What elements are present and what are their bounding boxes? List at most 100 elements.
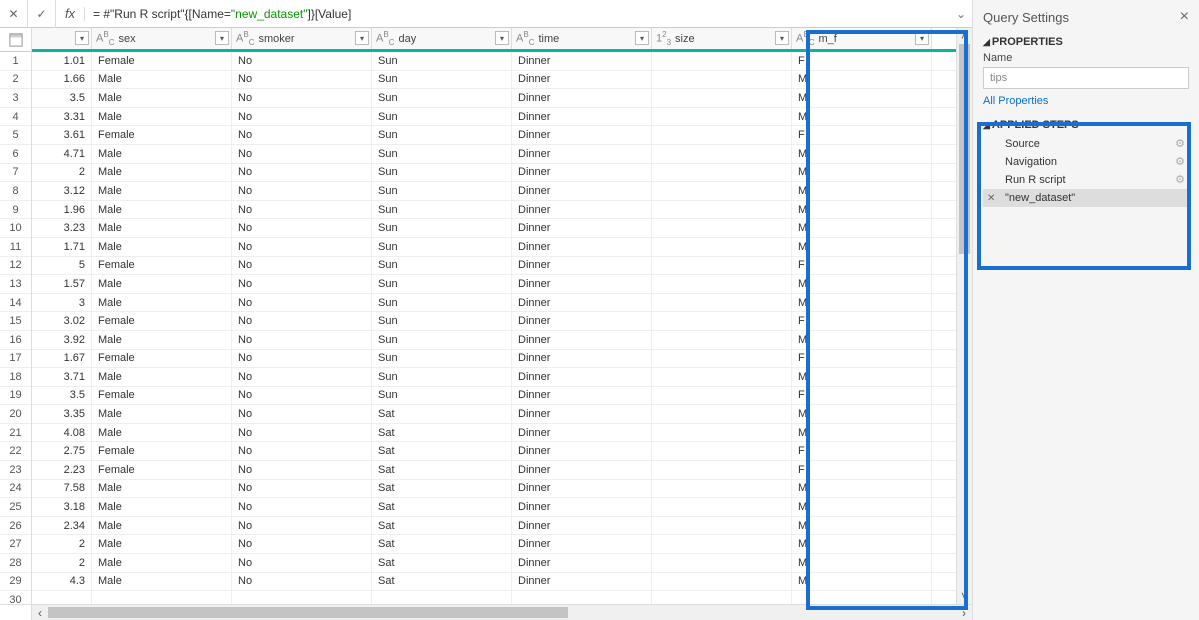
cell-m_f[interactable] [792,591,932,604]
cell-sex[interactable]: Male [92,145,232,163]
column-header-tip[interactable] [32,28,92,49]
row-header[interactable]: 7 [0,164,31,183]
cell-sex[interactable]: Male [92,498,232,516]
table-row[interactable]: 3.02FemaleNoSunDinnerF [32,312,956,331]
gear-icon[interactable]: ⚙ [1175,137,1185,150]
cell-sex[interactable]: Male [92,554,232,572]
cell-sex[interactable]: Female [92,442,232,460]
table-row[interactable]: 5FemaleNoSunDinnerF [32,257,956,276]
cell-tip[interactable]: 3.35 [32,405,92,423]
table-row[interactable]: 2MaleNoSatDinnerM [32,535,956,554]
cell-tip[interactable]: 3.02 [32,312,92,330]
cell-size[interactable] [652,405,792,423]
cancel-formula-icon[interactable]: ✕ [0,0,28,28]
cell-time[interactable]: Dinner [512,573,652,591]
cell-smoker[interactable]: No [232,387,372,405]
query-name-input[interactable] [983,67,1189,89]
row-header[interactable]: 29 [0,573,31,592]
row-header[interactable]: 26 [0,517,31,536]
cell-size[interactable] [652,219,792,237]
cell-smoker[interactable]: No [232,238,372,256]
row-header[interactable]: 10 [0,219,31,238]
cell-time[interactable]: Dinner [512,331,652,349]
table-row[interactable] [32,591,956,604]
cell-m_f[interactable]: M [792,498,932,516]
cell-smoker[interactable]: No [232,350,372,368]
column-filter-icon[interactable] [75,31,89,45]
cell-day[interactable]: Sun [372,164,512,182]
cell-smoker[interactable]: No [232,573,372,591]
cell-tip[interactable]: 1.57 [32,275,92,293]
row-header[interactable]: 3 [0,89,31,108]
row-header[interactable]: 27 [0,535,31,554]
applied-step[interactable]: Navigation⚙ [983,153,1189,171]
cell-sex[interactable]: Male [92,108,232,126]
cell-sex[interactable]: Female [92,312,232,330]
cell-size[interactable] [652,52,792,70]
cell-tip[interactable] [32,591,92,604]
column-filter-icon[interactable] [635,31,649,45]
cell-m_f[interactable]: M [792,331,932,349]
cell-time[interactable]: Dinner [512,275,652,293]
cell-size[interactable] [652,257,792,275]
cell-m_f[interactable]: M [792,201,932,219]
column-header-smoker[interactable]: ABCsmoker [232,28,372,49]
table-row[interactable]: 2.75FemaleNoSatDinnerF [32,442,956,461]
close-pane-icon[interactable]: × [1180,8,1189,26]
cell-smoker[interactable]: No [232,257,372,275]
cell-smoker[interactable]: No [232,517,372,535]
delete-step-icon[interactable]: ✕ [987,193,995,204]
cell-day[interactable]: Sat [372,480,512,498]
cell-tip[interactable]: 2 [32,164,92,182]
table-corner-icon[interactable] [0,28,31,52]
cell-size[interactable] [652,387,792,405]
column-filter-icon[interactable] [495,31,509,45]
cell-tip[interactable]: 4.71 [32,145,92,163]
cell-size[interactable] [652,238,792,256]
cell-day[interactable]: Sun [372,71,512,89]
cell-tip[interactable]: 3.92 [32,331,92,349]
cell-day[interactable]: Sat [372,442,512,460]
cell-time[interactable] [512,591,652,604]
cell-tip[interactable]: 2.34 [32,517,92,535]
cell-size[interactable] [652,424,792,442]
cell-day[interactable]: Sat [372,424,512,442]
cell-size[interactable] [652,201,792,219]
cell-tip[interactable]: 3.5 [32,387,92,405]
all-properties-link[interactable]: All Properties [983,95,1189,107]
cell-smoker[interactable]: No [232,201,372,219]
row-header[interactable]: 4 [0,108,31,127]
cell-sex[interactable]: Male [92,517,232,535]
row-header[interactable]: 11 [0,238,31,257]
cell-smoker[interactable]: No [232,145,372,163]
column-header-day[interactable]: ABCday [372,28,512,49]
table-row[interactable]: 3.61FemaleNoSunDinnerF [32,126,956,145]
table-row[interactable]: 1.01FemaleNoSunDinnerF [32,52,956,71]
cell-time[interactable]: Dinner [512,238,652,256]
cell-sex[interactable]: Female [92,52,232,70]
cell-time[interactable]: Dinner [512,201,652,219]
cell-size[interactable] [652,182,792,200]
cell-tip[interactable]: 3.23 [32,219,92,237]
scroll-up-icon[interactable]: ˄ [957,28,972,44]
cell-size[interactable] [652,294,792,312]
table-row[interactable]: 3.71MaleNoSunDinnerM [32,368,956,387]
cell-m_f[interactable]: F [792,350,932,368]
cell-day[interactable]: Sat [372,498,512,516]
table-row[interactable]: 1.67FemaleNoSunDinnerF [32,350,956,369]
cell-tip[interactable]: 1.01 [32,52,92,70]
cell-sex[interactable]: Female [92,350,232,368]
cell-size[interactable] [652,126,792,144]
column-header-size[interactable]: 123size [652,28,792,49]
cell-m_f[interactable]: M [792,405,932,423]
cell-size[interactable] [652,89,792,107]
cell-smoker[interactable]: No [232,331,372,349]
cell-time[interactable]: Dinner [512,126,652,144]
cell-size[interactable] [652,517,792,535]
cell-smoker[interactable]: No [232,498,372,516]
cell-day[interactable]: Sat [372,554,512,572]
column-filter-icon[interactable] [915,31,929,45]
cell-tip[interactable]: 5 [32,257,92,275]
properties-section-title[interactable]: ◢PROPERTIES [983,36,1189,48]
cell-smoker[interactable] [232,591,372,604]
